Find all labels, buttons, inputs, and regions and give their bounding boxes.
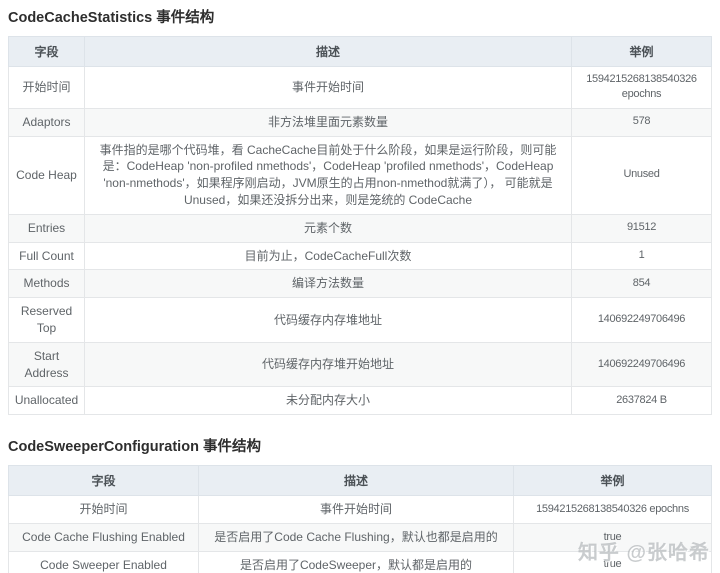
section-title-codesweeperconfiguration: CodeSweeperConfiguration 事件结构 <box>8 439 261 456</box>
example-cell: true <box>513 522 712 552</box>
field-cell: Full Count <box>8 241 85 271</box>
table-row: Methods 编译方法数量 854 <box>8 269 712 299</box>
description-cell: 是否启用了Code Cache Flushing，默认也都是启用的 <box>198 522 514 552</box>
field-cell: Code Cache Flushing Enabled <box>8 522 199 552</box>
field-cell: 开始时间 <box>8 495 199 524</box>
example-cell: 854 <box>571 269 712 299</box>
description-cell: 编译方法数量 <box>84 269 572 299</box>
field-cell: Adaptors <box>8 107 85 137</box>
table-row: Code Cache Flushing Enabled 是否启用了Code Ca… <box>8 522 712 552</box>
example-cell: 1594215268138540326 epochns <box>513 495 712 524</box>
description-cell: 非方法堆里面元素数量 <box>84 107 572 137</box>
table-header-row: 字段 描述 举例 <box>8 36 712 67</box>
article-page: CodeCacheStatistics 事件结构 字段 描述 举例 开始时间 事… <box>0 0 720 573</box>
table-row: Code Heap 事件指的是哪个代码堆，看 CacheCache目前处于什么阶… <box>8 135 712 215</box>
column-header-example: 举例 <box>571 36 712 67</box>
example-cell: true <box>513 550 712 573</box>
field-cell: Start Address <box>8 341 85 388</box>
table-row: Start Address 代码缓存内存堆开始地址 14069224970649… <box>8 341 712 388</box>
table-row: 开始时间 事件开始时间 1594215268138540326 epochns <box>8 66 712 109</box>
description-cell: 事件开始时间 <box>198 495 514 524</box>
description-cell: 代码缓存内存堆地址 <box>84 297 572 343</box>
column-header-description: 描述 <box>84 36 572 67</box>
field-cell: Reserved Top <box>8 297 85 343</box>
description-cell: 目前为止，CodeCacheFull次数 <box>84 241 572 271</box>
field-cell: Code Heap <box>8 135 85 215</box>
section-title-codecachestatistics: CodeCacheStatistics 事件结构 <box>8 10 215 26</box>
table-row: Adaptors 非方法堆里面元素数量 578 <box>8 107 712 137</box>
table-row: Reserved Top 代码缓存内存堆地址 140692249706496 <box>8 297 712 343</box>
example-cell: 2637824 B <box>571 386 712 416</box>
column-header-field: 字段 <box>8 465 199 497</box>
example-cell: 578 <box>571 107 712 137</box>
column-header-example: 举例 <box>513 465 712 497</box>
description-cell: 事件开始时间 <box>84 66 572 109</box>
table-header-row: 字段 描述 举例 <box>8 465 712 497</box>
description-cell: 元素个数 <box>84 213 572 243</box>
description-cell: 代码缓存内存堆开始地址 <box>84 341 572 388</box>
table-row: 开始时间 事件开始时间 1594215268138540326 epochns <box>8 495 712 524</box>
table-row: Entries 元素个数 91512 <box>8 213 712 243</box>
example-cell: 140692249706496 <box>571 341 712 388</box>
table-row: Unallocated 未分配内存大小 2637824 B <box>8 386 712 416</box>
description-cell: 是否启用了CodeSweeper，默认都是启用的 <box>198 550 514 573</box>
column-header-field: 字段 <box>8 36 85 67</box>
table-row: Full Count 目前为止，CodeCacheFull次数 1 <box>8 241 712 271</box>
example-cell: Unused <box>571 135 712 215</box>
column-header-description: 描述 <box>198 465 514 497</box>
field-cell: 开始时间 <box>8 66 85 109</box>
description-cell: 事件指的是哪个代码堆，看 CacheCache目前处于什么阶段，如果是运行阶段，… <box>84 135 572 215</box>
field-cell: Entries <box>8 213 85 243</box>
example-cell: 1 <box>571 241 712 271</box>
field-cell: Code Sweeper Enabled <box>8 550 199 573</box>
codecachestatistics-table: 字段 描述 举例 开始时间 事件开始时间 1594215268138540326… <box>8 36 712 416</box>
example-cell: 1594215268138540326 epochns <box>571 66 712 109</box>
example-cell: 140692249706496 <box>571 297 712 343</box>
codesweeperconfiguration-table: 字段 描述 举例 开始时间 事件开始时间 1594215268138540326… <box>8 465 712 573</box>
field-cell: Unallocated <box>8 386 85 416</box>
field-cell: Methods <box>8 269 85 299</box>
example-cell: 91512 <box>571 213 712 243</box>
description-cell: 未分配内存大小 <box>84 386 572 416</box>
table-row: Code Sweeper Enabled 是否启用了CodeSweeper，默认… <box>8 550 712 573</box>
